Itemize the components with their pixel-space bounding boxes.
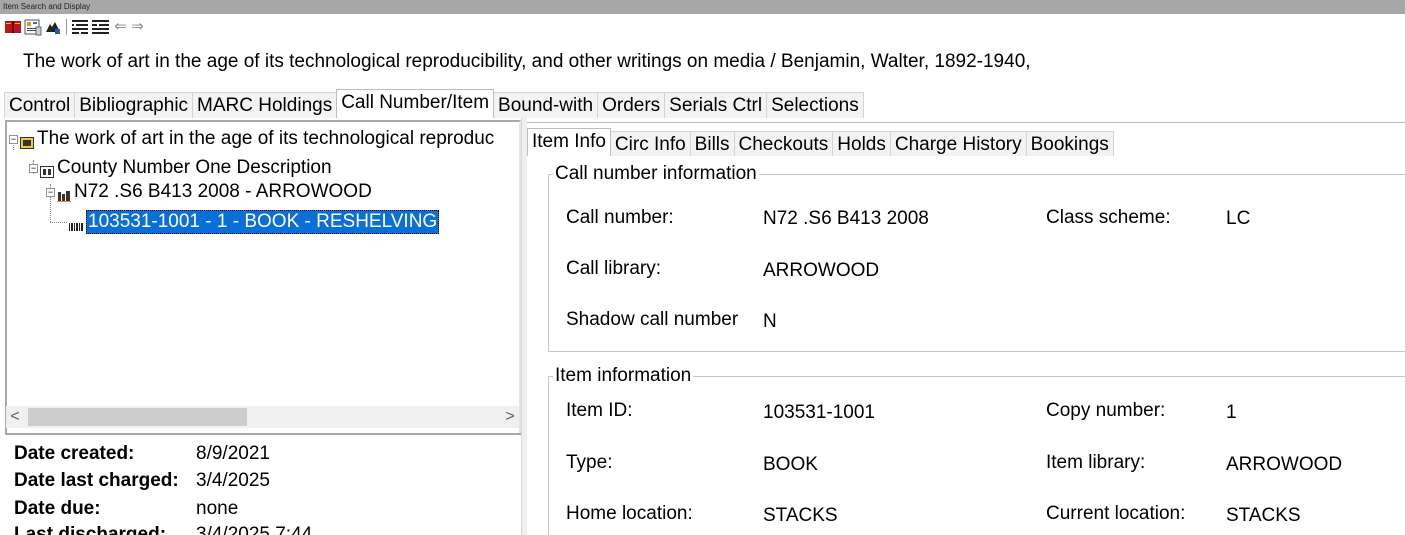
date-created-row: Date created: 8/9/2021 <box>14 443 270 465</box>
class-scheme-value: LC <box>1226 208 1251 229</box>
class-scheme-label: Class scheme: <box>1046 207 1171 228</box>
tab-circ-info[interactable]: Circ Info <box>609 131 691 156</box>
date-last-charged-value: 3/4/2025 <box>196 470 270 491</box>
date-due-label: Date due: <box>14 498 101 519</box>
item-information-group: Item information Item ID: 103531-1001 Co… <box>548 365 1405 535</box>
tree-connector <box>50 222 67 223</box>
main-tab-bar: Control Bibliographic MARC Holdings Call… <box>4 89 864 118</box>
shadow-call-number-label: Shadow call number <box>566 309 739 330</box>
call-number-value: N72 .S6 B413 2008 <box>763 208 929 229</box>
tab-marc-holdings[interactable]: MARC Holdings <box>192 92 338 118</box>
type-label: Type: <box>566 452 613 473</box>
tab-bookings[interactable]: Bookings <box>1025 131 1114 156</box>
scroll-right-icon[interactable]: > <box>501 406 519 428</box>
tree-call-number-label: N72 .S6 B413 2008 - ARROWOOD <box>74 181 372 202</box>
copy-number-label: Copy number: <box>1046 400 1166 421</box>
toolbar: ⇐ ⇒ <box>4 17 145 37</box>
book-icon[interactable] <box>4 18 22 36</box>
call-number-information-legend: Call number information <box>553 163 759 185</box>
date-due-row: Date due: none <box>14 498 238 520</box>
shadow-call-number-value: N <box>763 311 777 332</box>
catalog-icon[interactable] <box>24 18 42 36</box>
current-location-label: Current location: <box>1046 503 1186 524</box>
tab-serials-ctrl[interactable]: Serials Ctrl <box>664 92 768 118</box>
tree-description-label: County Number One Description <box>57 157 332 178</box>
call-library-label: Call library: <box>566 258 662 279</box>
tab-call-number-item[interactable]: Call Number/Item <box>336 89 495 118</box>
item-library-label: Item library: <box>1046 452 1146 473</box>
item-title: The work of art in the age of its techno… <box>23 51 1031 72</box>
search-icon[interactable] <box>44 18 62 36</box>
barcode-list-icon[interactable] <box>71 18 111 36</box>
collapse-toggle-icon[interactable]: − <box>29 163 38 173</box>
item-dates-panel: Date created: 8/9/2021 Date last charged:… <box>5 433 521 535</box>
item-library-value: ARROWOOD <box>1226 454 1343 475</box>
item-id-label: Item ID: <box>566 400 633 421</box>
scroll-left-icon[interactable]: < <box>6 406 24 428</box>
date-created-label: Date created: <box>14 443 135 464</box>
current-location-value: STACKS <box>1226 505 1301 526</box>
last-discharged-label: Last discharged: <box>14 524 167 535</box>
tab-item-info[interactable]: Item Info <box>527 128 611 156</box>
tab-bills[interactable]: Bills <box>689 131 735 156</box>
item-detail-pane: Item Info Circ Info Bills Checkouts Hold… <box>527 122 1405 535</box>
call-number-icon <box>57 186 71 202</box>
call-library-value: ARROWOOD <box>763 260 880 281</box>
type-value: BOOK <box>763 454 818 475</box>
date-created-value: 8/9/2021 <box>196 443 270 464</box>
item-id-value: 103531-1001 <box>763 402 875 423</box>
call-number-information-group: Call number information Call number: N72… <box>548 163 1405 352</box>
date-last-charged-row: Date last charged: 3/4/2025 <box>14 470 270 492</box>
forward-arrow-icon[interactable]: ⇒ <box>130 18 145 36</box>
barcode-icon <box>69 217 83 231</box>
tab-control[interactable]: Control <box>4 92 76 118</box>
tab-holds[interactable]: Holds <box>832 131 891 156</box>
item-tree-pane: − The work of art in the age of its tech… <box>5 120 521 435</box>
back-arrow-icon[interactable]: ⇐ <box>113 18 128 36</box>
tab-charge-history[interactable]: Charge History <box>889 131 1027 156</box>
collapse-toggle-icon[interactable]: − <box>9 134 18 144</box>
title-record-icon <box>20 133 34 149</box>
tab-selections[interactable]: Selections <box>766 92 864 118</box>
date-last-charged-label: Date last charged: <box>14 470 179 491</box>
collapse-toggle-icon[interactable]: − <box>46 187 55 197</box>
call-number-label: Call number: <box>566 207 674 228</box>
tree-item-label: 103531-1001 - 1 - BOOK - RESHELVING <box>86 210 440 234</box>
tab-bibliographic[interactable]: Bibliographic <box>74 92 194 118</box>
copy-number-value: 1 <box>1226 402 1237 423</box>
tree-title-label: The work of art in the age of its techno… <box>37 128 495 149</box>
tab-orders[interactable]: Orders <box>597 92 666 118</box>
home-location-value: STACKS <box>763 505 838 526</box>
tree-node-item[interactable]: 103531-1001 - 1 - BOOK - RESHELVING <box>69 210 440 234</box>
item-information-legend: Item information <box>553 365 694 387</box>
tree-node-title[interactable]: − The work of art in the age of its tech… <box>9 127 494 151</box>
tree-node-call-number[interactable]: − N72 .S6 B413 2008 - ARROWOOD <box>46 180 372 204</box>
scroll-thumb[interactable] <box>28 408 247 426</box>
toolbar-separator <box>66 19 67 35</box>
tab-checkouts[interactable]: Checkouts <box>733 131 834 156</box>
home-location-label: Home location: <box>566 503 693 524</box>
date-due-value: none <box>196 498 239 519</box>
horizontal-scrollbar[interactable]: < > <box>6 406 519 428</box>
last-discharged-row: Last discharged: 3/4/2025 7:44 <box>14 524 312 535</box>
window-title: Item Search and Display <box>0 0 1405 14</box>
last-discharged-value: 3/4/2025 7:44 <box>196 524 313 535</box>
description-icon <box>40 162 54 178</box>
tab-bound-with[interactable]: Bound-with <box>493 92 599 118</box>
sub-tab-bar: Item Info Circ Info Bills Checkouts Hold… <box>527 128 1114 156</box>
tree-node-description[interactable]: − County Number One Description <box>29 156 332 180</box>
